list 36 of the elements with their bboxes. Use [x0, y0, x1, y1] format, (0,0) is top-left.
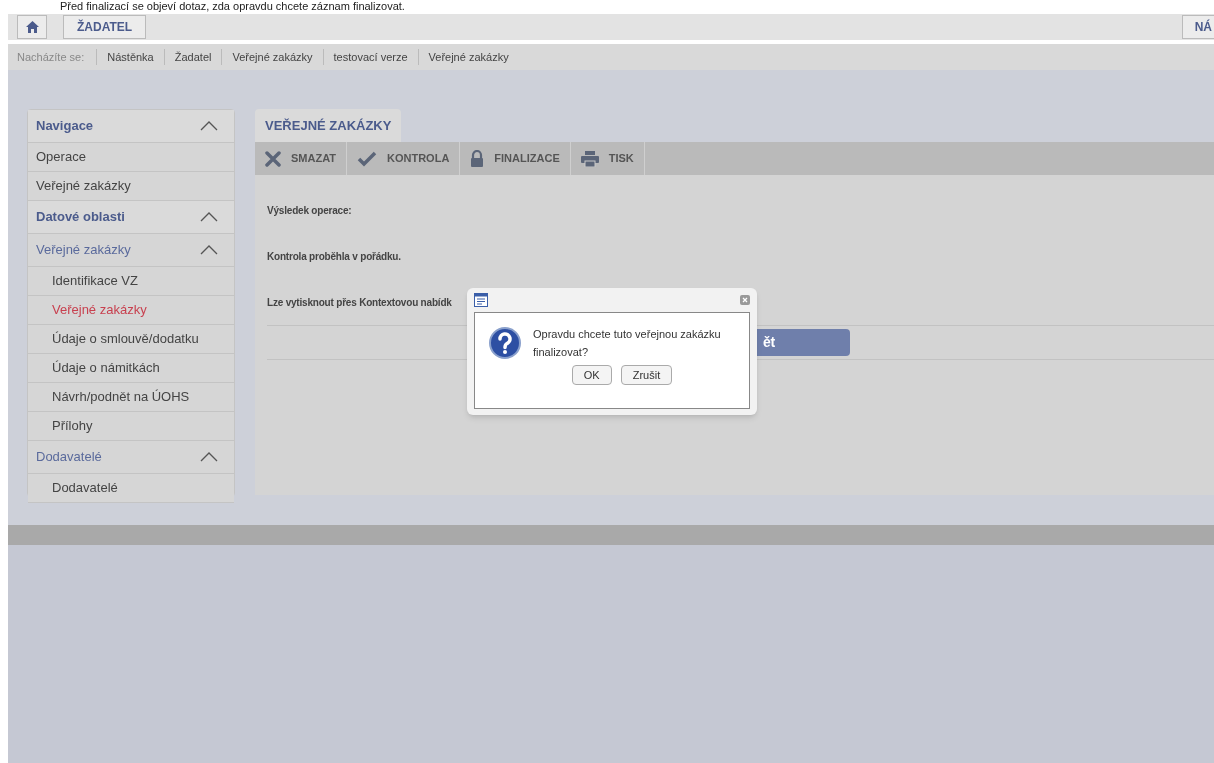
close-icon[interactable]	[740, 295, 750, 305]
group-title: Dodavatelé	[36, 448, 102, 467]
printer-icon	[580, 150, 599, 167]
dialog-message: Opravdu chcete tuto veřejnou zakázku finalizovat?	[533, 327, 722, 360]
dialog-button[interactable]: OK	[571, 365, 612, 385]
section-title: Datové oblasti	[36, 208, 125, 227]
role-button[interactable]: ŽADATEL	[63, 15, 147, 39]
chevron-up-icon[interactable]	[200, 121, 218, 131]
chevron-up-icon[interactable]	[200, 245, 218, 255]
home-icon	[25, 21, 39, 33]
result-text: Výsledek operace:	[267, 204, 352, 218]
breadcrumb-link[interactable]: testovací verze	[323, 48, 419, 66]
section-title: Navigace	[36, 117, 94, 136]
panel-tab[interactable]: VEŘEJNÉ ZAKÁZKY	[255, 109, 402, 142]
breadcrumb-link[interactable]: Žadatel	[164, 48, 223, 66]
sidebar-section-header[interactable]: Navigace	[28, 110, 234, 143]
result-text: Lze vytisknout přes Kontextovou nabídk	[267, 296, 452, 310]
chevron-up-icon[interactable]	[200, 452, 218, 462]
result-text: Kontrola proběhla v pořádku.	[267, 250, 401, 264]
lock-icon	[470, 150, 485, 167]
caption-text: Před finalizací se objeví dotaz, zda opravdu chcete záznam finalizovat.	[59, 0, 406, 14]
breadcrumb-label: Nacházíte se:	[8, 48, 98, 66]
breadcrumb-link[interactable]: Nástěnka	[97, 48, 165, 66]
breadcrumb-link[interactable]: Veřejné zakázky	[222, 48, 324, 66]
question-icon	[489, 327, 521, 359]
group-title: Veřejné zakázky	[36, 241, 131, 260]
top-right-button[interactable]: NÁ	[1181, 15, 1214, 39]
back-button[interactable]: ět	[757, 329, 850, 356]
chevron-up-icon[interactable]	[200, 212, 218, 222]
sidebar-section-header[interactable]: Datové oblasti	[28, 201, 234, 234]
dialog-button[interactable]: Zrušit	[620, 365, 673, 385]
window-icon	[474, 293, 488, 307]
home-button[interactable]	[17, 15, 47, 39]
breadcrumb-link[interactable]: Veřejné zakázky	[418, 48, 519, 66]
check-icon	[357, 150, 377, 167]
close-icon	[265, 150, 281, 167]
